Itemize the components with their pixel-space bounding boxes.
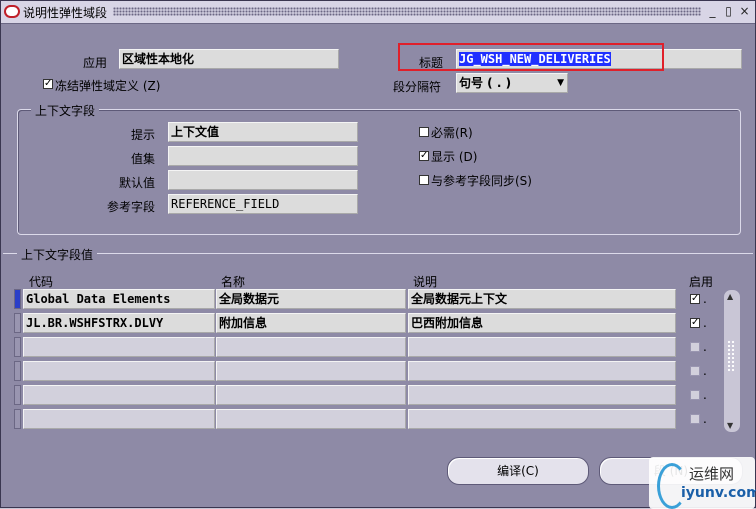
window-title: 说明性弹性域段 [23,6,108,20]
enabled-checkbox[interactable] [690,366,700,376]
sync-label: 与参考字段同步(S) [431,174,532,188]
checkbox-dot: . [703,412,707,426]
checkbox-dot: . [703,388,707,402]
code-cell[interactable] [23,361,215,381]
section-divider [3,253,753,254]
segment-separator-value: 句号 ( . ) [459,76,512,90]
title-bar[interactable]: 说明性弹性域段 _ ▯ × [1,1,755,24]
name-cell[interactable] [216,337,406,357]
desc-cell[interactable] [408,361,676,381]
annotation-highlight-box [398,43,664,71]
name-cell[interactable] [216,409,406,429]
row-selector[interactable] [14,385,21,405]
desc-cell[interactable]: 全局数据元上下文 [408,289,676,309]
display-label: 显示 (D) [431,150,478,164]
desc-cell[interactable]: 巴西附加信息 [408,313,676,333]
row-selector[interactable] [14,409,21,429]
name-cell[interactable] [216,361,406,381]
row-selector[interactable] [14,361,21,381]
enabled-checkbox[interactable]: ✓ [690,294,700,304]
watermark-url: iyunv.com [681,485,756,501]
code-cell[interactable]: Global Data Elements [23,289,215,309]
name-cell[interactable]: 全局数据元 [216,289,406,309]
checkbox-dot: . [703,316,707,330]
name-cell[interactable] [216,385,406,405]
freeze-checkbox[interactable]: ✓ [43,79,53,89]
context-group-title: 上下文字段 [31,102,100,119]
display-checkbox[interactable]: ✓ [419,151,429,161]
prompt-field[interactable]: 上下文值 [168,122,358,142]
column-header-enabled: 启用 [689,275,714,289]
desc-cell[interactable] [408,337,676,357]
required-checkbox[interactable] [419,127,429,137]
desc-cell[interactable] [408,385,676,405]
column-header-name: 名称 [221,275,246,289]
code-cell[interactable]: JL.BR.WSHFSTRX.DLVY [23,313,215,333]
context-field-group [17,109,741,235]
vertical-scrollbar[interactable]: ▲ ▼ [723,289,741,433]
reference-label: 参考字段 [107,200,156,214]
name-cell[interactable]: 附加信息 [216,313,406,333]
required-label: 必需(R) [431,126,473,140]
scroll-up-icon[interactable]: ▲ [727,292,733,301]
app-label: 应用 [83,56,108,70]
desc-cell[interactable] [408,409,676,429]
checkbox-dot: . [703,364,707,378]
segment-separator-label: 段分隔符 [393,80,442,94]
code-cell[interactable] [23,337,215,357]
checkbox-dot: . [703,340,707,354]
default-label: 默认值 [119,176,156,190]
dialog-window: 说明性弹性域段 _ ▯ × 应用 区域性本地化 标题 JG_WSH_NEW_DE… [0,0,756,509]
maximize-button[interactable]: ▯ [721,4,736,19]
valueset-label: 值集 [131,152,156,166]
default-field[interactable] [168,170,358,190]
watermark-brand: 运维网 [689,465,735,483]
row-selector[interactable] [14,289,21,309]
minimize-button[interactable]: _ [705,4,720,19]
reference-field[interactable]: REFERENCE_FIELD [168,194,358,214]
row-selector[interactable] [14,313,21,333]
app-field[interactable]: 区域性本地化 [119,49,339,69]
code-cell[interactable] [23,409,215,429]
freeze-label: 冻结弹性域定义 (Z) [55,79,161,93]
segment-separator-select[interactable]: 句号 ( . ) ▼ [456,73,568,93]
prompt-label: 提示 [131,128,156,142]
close-button[interactable]: × [737,4,752,19]
valueset-field[interactable] [168,146,358,166]
values-group-title: 上下文字段值 [17,246,98,263]
compile-button[interactable]: 编译(C) [447,457,589,485]
enabled-checkbox[interactable] [690,414,700,424]
scroll-down-icon[interactable]: ▼ [727,421,733,430]
chevron-down-icon: ▼ [557,78,564,88]
oracle-logo-icon [4,5,20,18]
row-selector[interactable] [14,337,21,357]
watermark: 运维网 iyunv.com [649,457,756,509]
scroll-thumb[interactable] [727,340,735,372]
column-header-code: 代码 [29,275,54,289]
enabled-checkbox[interactable] [690,342,700,352]
sync-checkbox[interactable] [419,175,429,185]
checkbox-dot: . [703,292,707,306]
enabled-checkbox[interactable]: ✓ [690,318,700,328]
enabled-checkbox[interactable] [690,390,700,400]
column-header-desc: 说明 [413,275,438,289]
code-cell[interactable] [23,385,215,405]
title-grip [113,7,701,16]
